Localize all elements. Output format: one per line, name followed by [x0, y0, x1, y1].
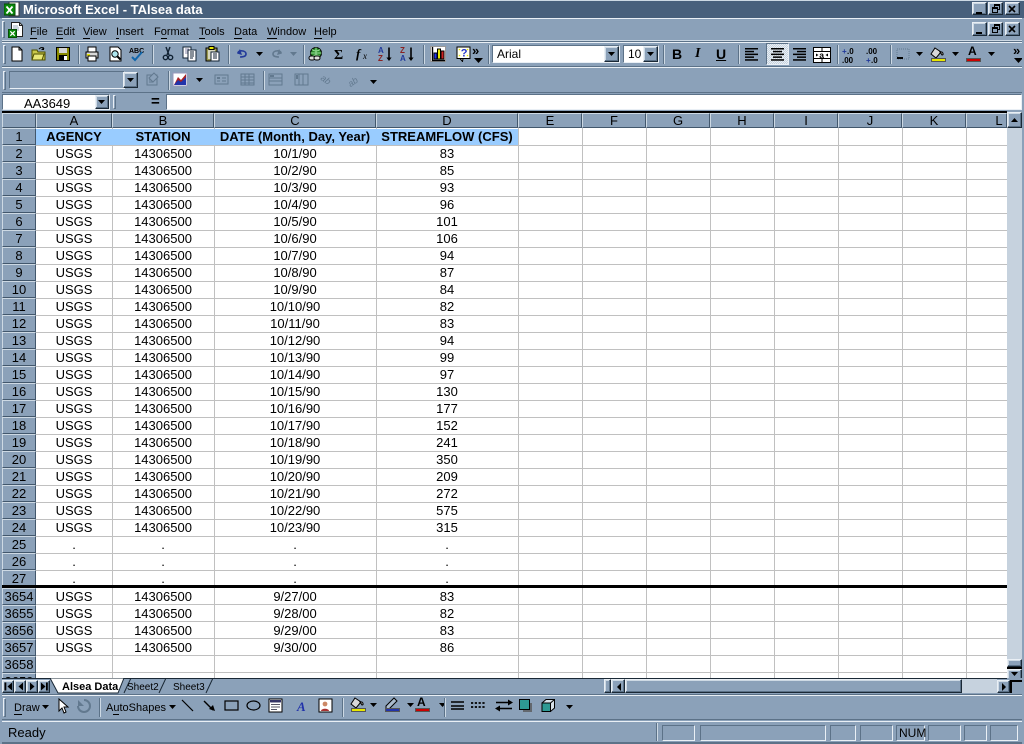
svg-text:.00: .00	[842, 56, 854, 64]
svg-text:?: ?	[461, 48, 468, 60]
svg-text:.0: .0	[847, 47, 854, 56]
svg-text:Σ: Σ	[334, 48, 343, 62]
svg-text:A: A	[296, 699, 306, 714]
svg-text:.0: .0	[871, 56, 878, 64]
svg-text:x: x	[362, 51, 367, 61]
svg-text:Z: Z	[378, 54, 383, 62]
svg-text:ab: ab	[320, 73, 333, 87]
svg-text:ab: ab	[346, 75, 360, 88]
svg-text:Alsea Data: Alsea Data	[62, 681, 119, 693]
svg-text:f: f	[356, 46, 362, 61]
svg-text:Sheet3: Sheet3	[173, 682, 205, 693]
svg-text:A: A	[400, 54, 406, 62]
svg-text:.00: .00	[866, 47, 878, 56]
svg-text:a: a	[819, 50, 824, 60]
svg-text:Sheet2: Sheet2	[127, 682, 159, 693]
svg-text:ABC: ABC	[129, 48, 144, 55]
